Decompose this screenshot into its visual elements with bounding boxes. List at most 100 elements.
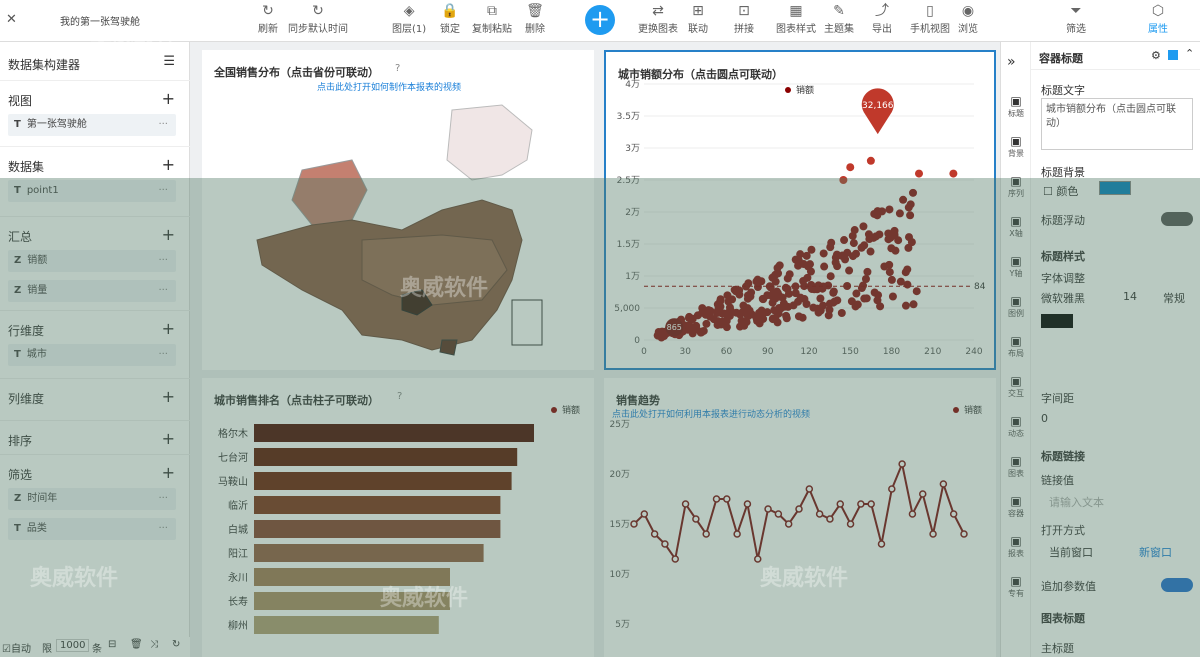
property-tab-12[interactable]: ▣ 专有 [1001, 574, 1031, 599]
title-text-input[interactable]: 城市销额分布（点击圆点可联动） [1041, 98, 1193, 150]
delete-icon[interactable]: 🗑 [130, 639, 143, 650]
more-icon[interactable]: ··· [158, 250, 168, 272]
toolbar-button-14[interactable]: ⏷ 筛选 [1066, 3, 1086, 39]
field-item[interactable]: Z 销额 ··· [8, 250, 176, 272]
toolbar-button-1[interactable]: ↻ 同步默认时间 [288, 3, 348, 39]
trend-point [877, 540, 886, 548]
title-float-toggle[interactable] [1161, 212, 1193, 226]
more-icon[interactable]: ··· [158, 180, 168, 202]
add-field-button[interactable]: + [162, 89, 175, 108]
toolbar-icon: ⏷ [1070, 3, 1082, 19]
size-select[interactable]: 14 [1123, 290, 1137, 303]
add-field-button[interactable]: + [162, 463, 175, 482]
property-tab-11[interactable]: ▣ 报表 [1001, 534, 1031, 559]
map-card[interactable]: 全国销售分布（点击省份可联动） ? 点击此处打开如何制作本报表的视频 [202, 50, 594, 370]
bar-chart[interactable]: 销额格尔木七台河马鞍山临沂白城阳江永川长寿柳州 [202, 400, 594, 657]
section-title: 视图 [8, 94, 33, 108]
toolbar-button-6[interactable]: ⇄ 更换图表 [638, 3, 678, 39]
close-icon[interactable]: ✕ [6, 12, 17, 27]
add-field-button[interactable]: + [162, 319, 175, 338]
property-tab-9[interactable]: ▣ 图表 [1001, 454, 1031, 479]
toolbar-button-3[interactable]: 🔒 锁定 [440, 3, 460, 39]
more-icon[interactable]: ··· [158, 488, 168, 510]
bar-card[interactable]: 城市销售排名（点击柱子可联动） ? 销额 格尔木 七台河 马鞍山 临沂 白城 阳江 永川 长寿柳… [202, 378, 594, 657]
refresh-icon[interactable]: ↻ [172, 639, 180, 650]
scatter-point [888, 292, 897, 301]
auto-checkbox[interactable]: ☑自动 [2, 640, 31, 655]
shuffle-icon[interactable]: ⤨ [150, 639, 158, 650]
china-map[interactable] [242, 100, 552, 360]
current-window-option[interactable]: 当前窗口 [1049, 544, 1093, 560]
toolbar-button-0[interactable]: ↻ 刷新 [258, 3, 278, 39]
collapse-icon[interactable]: ☰ [163, 54, 175, 69]
max-marker [861, 88, 894, 135]
property-tab-4[interactable]: ▣ Y轴 [1001, 254, 1031, 279]
toolbar-button-4[interactable]: ⧉ 复制粘贴 [472, 3, 512, 39]
toolbar-button-11[interactable]: ⤴ 导出 [872, 3, 892, 39]
field-item[interactable]: T 品类 ··· [8, 518, 176, 540]
toolbar-button-10[interactable]: ✎ 主题集 [824, 3, 854, 39]
field-item[interactable]: T 第一张驾驶舱 ··· [8, 114, 176, 136]
scatter-chart[interactable]: 0 5,000 1万 1.5万 2万 2.5万 3万 3.5万 4万 0 30 60 90 120 150 1… [606, 72, 994, 368]
collapse-right-icon[interactable]: » [1007, 54, 1016, 70]
scatter-card[interactable]: 城市销额分布（点击圆点可联动） 0 5,000 1万 1.5万 2万 2.5万 3万 3.5万… [604, 50, 996, 370]
property-tab-10[interactable]: ▣ 容器 [1001, 494, 1031, 519]
font-color-swatch[interactable] [1041, 314, 1073, 328]
spacing-input[interactable]: 0 [1041, 412, 1048, 425]
scatter-point [833, 262, 842, 271]
toolbar-button-12[interactable]: ▯ 手机视图 [910, 3, 950, 39]
bar-category-label: 阳江 [228, 548, 248, 560]
toolbar-button-2[interactable]: ◈ 图层(1) [392, 3, 426, 39]
property-tab-label: Y轴 [1009, 269, 1023, 278]
field-item[interactable]: T 城市 ··· [8, 344, 176, 366]
property-tab-5[interactable]: ▣ 图例 [1001, 294, 1031, 319]
link-value-input[interactable]: 请输入文本 [1049, 494, 1104, 510]
chart-title-label: 图表标题 [1041, 612, 1085, 625]
color-swatch[interactable] [1099, 181, 1131, 195]
toolbar-label: 更换图表 [638, 24, 678, 35]
add-field-button[interactable]: + [162, 387, 175, 406]
more-icon[interactable]: ··· [158, 344, 168, 366]
add-field-button[interactable]: + [162, 155, 175, 174]
trend-card[interactable]: 销售趋势 点击此处打开如何利用本报表进行动态分析的视频 销额 5万 10万 15万 20… [604, 378, 996, 657]
new-window-option[interactable]: 新窗口 [1139, 544, 1172, 560]
gear-icon[interactable]: ⚙ [1151, 49, 1161, 62]
weight-select[interactable]: 常规 [1163, 290, 1185, 306]
line-chart[interactable]: 销额 5万 10万 15万 20万 25万 [604, 400, 996, 657]
field-name: 城市 [26, 349, 47, 360]
property-tab-8[interactable]: ▣ 动态 [1001, 414, 1031, 439]
color-checkbox[interactable]: ☐ 颜色 [1043, 183, 1078, 199]
add-chart-button[interactable]: + [585, 5, 615, 35]
property-tab-2[interactable]: ▣ 序列 [1001, 174, 1031, 199]
toolbar-button-7[interactable]: ⊞ 联动 [688, 3, 708, 39]
chevron-up-icon[interactable]: ⌃ [1185, 47, 1194, 60]
sql-icon[interactable]: ⊟ [108, 639, 116, 650]
add-field-button[interactable]: + [162, 429, 175, 448]
toolbar-button-15[interactable]: ⬡ 属性 [1148, 3, 1168, 39]
field-item[interactable]: Tpoint1 ··· [8, 180, 176, 202]
more-icon[interactable]: ··· [158, 518, 168, 540]
toolbar-button-9[interactable]: ▦ 图表样式 [776, 3, 816, 39]
property-tab-6[interactable]: ▣ 布局 [1001, 334, 1031, 359]
property-tab-0[interactable]: ▣ 标题 [1001, 94, 1031, 119]
field-item[interactable]: Z 时间年 ··· [8, 488, 176, 510]
toolbar-button-5[interactable]: 🗑 删除 [525, 3, 545, 39]
add-param-toggle[interactable] [1161, 578, 1193, 592]
property-tab-7[interactable]: ▣ 交互 [1001, 374, 1031, 399]
enable-checkbox[interactable] [1168, 50, 1178, 60]
toolbar-button-8[interactable]: ⊡ 拼接 [734, 3, 754, 39]
toolbar-button-13[interactable]: ◉ 浏览 [958, 3, 978, 39]
map-video-link[interactable]: 点击此处打开如何制作本报表的视频 [317, 80, 461, 93]
property-tab-3[interactable]: ▣ X轴 [1001, 214, 1031, 239]
trend-point [815, 510, 824, 518]
trend-point [702, 530, 710, 538]
more-icon[interactable]: ··· [158, 114, 168, 136]
font-select[interactable]: 微软雅黑 [1041, 290, 1085, 306]
limit-input[interactable]: 1000 [56, 639, 90, 652]
more-icon[interactable]: ··· [158, 280, 168, 302]
add-field-button[interactable]: + [162, 225, 175, 244]
field-item[interactable]: Z 销量 ··· [8, 280, 176, 302]
toolbar-icon: ⊡ [738, 3, 750, 19]
property-tab-1[interactable]: ▣ 背景 [1001, 134, 1031, 159]
help-icon[interactable]: ? [395, 63, 400, 74]
